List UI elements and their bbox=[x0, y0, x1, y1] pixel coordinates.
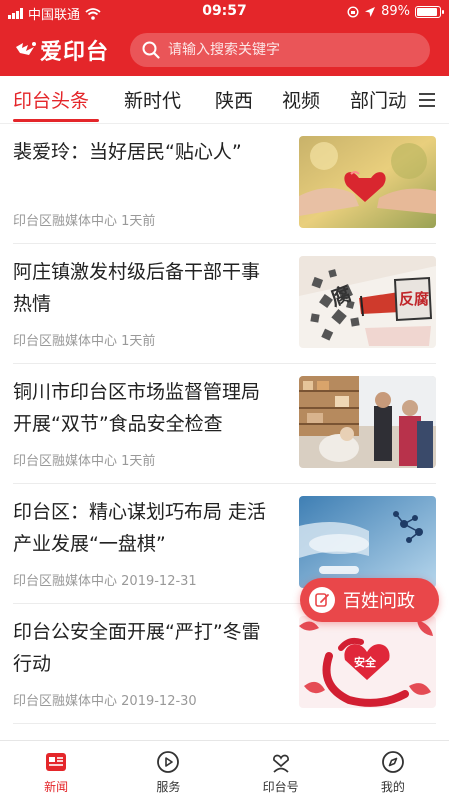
category-tabs: 印台头条 新时代 陕西 视频 部门动 bbox=[0, 76, 449, 124]
thumb-text: 反腐 bbox=[399, 290, 429, 308]
status-bar: 中国联通 09:57 89% bbox=[0, 0, 449, 24]
tab-departments[interactable]: 部门动 bbox=[350, 86, 407, 113]
tab-menu-button[interactable] bbox=[405, 76, 449, 123]
battery-percent: 89% bbox=[381, 4, 410, 19]
search-input[interactable] bbox=[168, 42, 408, 58]
news-item[interactable]: 铜川市印台区市场监督管理局开展“双节”食品安全检查 印台区融媒体中心 1天前 bbox=[13, 364, 436, 484]
news-meta: 印台区融媒体中心 1天前 bbox=[13, 450, 155, 469]
tab-yintai-headlines[interactable]: 印台头条 bbox=[13, 86, 89, 113]
news-meta: 印台区融媒体中心 1天前 bbox=[13, 210, 155, 229]
news-meta: 印台区融媒体中心 2019-12-30 bbox=[13, 690, 197, 709]
nav-yintai-account[interactable]: 印台号 bbox=[225, 741, 337, 800]
public-inquiry-label: 百姓问政 bbox=[343, 591, 415, 612]
news-source: 印台区融媒体中心 bbox=[13, 334, 118, 349]
news-icon bbox=[46, 753, 67, 771]
nav-services-label: 服务 bbox=[156, 780, 181, 794]
tab-shaanxi[interactable]: 陕西 bbox=[215, 86, 253, 113]
app-header: 中国联通 09:57 89% 爱印台 bbox=[0, 0, 449, 76]
news-title: 裴爱玲：当好居民“贴心人” bbox=[13, 141, 242, 163]
heart-person-icon bbox=[272, 754, 289, 773]
news-list: 裴爱玲：当好居民“贴心人” 印台区融媒体中心 1天前 阿庄镇激发村级后备干部干事… bbox=[0, 124, 449, 724]
nav-yintai-account-label: 印台号 bbox=[262, 780, 299, 794]
thumb-text: 安全 bbox=[354, 655, 377, 669]
active-tab-indicator bbox=[13, 119, 99, 122]
nav-news[interactable]: 新闻 bbox=[0, 741, 112, 800]
menu-icon bbox=[419, 92, 435, 107]
nav-mine-label: 我的 bbox=[380, 780, 405, 794]
public-inquiry-button[interactable]: 百姓问政 bbox=[300, 578, 439, 622]
news-source: 印台区融媒体中心 bbox=[13, 694, 118, 709]
play-circle-icon bbox=[157, 751, 180, 773]
edit-icon bbox=[309, 587, 335, 613]
search-bar[interactable] bbox=[130, 33, 430, 67]
news-time: 1天前 bbox=[121, 214, 156, 229]
battery-icon bbox=[415, 5, 444, 18]
news-thumbnail bbox=[299, 376, 436, 468]
compass-icon bbox=[381, 751, 404, 773]
news-thumbnail bbox=[299, 136, 436, 228]
news-title: 印台区：精心谋划巧布局 走活产业发展“一盘棋” bbox=[13, 501, 267, 555]
news-title: 阿庄镇激发村级后备干部干事热情 bbox=[13, 261, 261, 315]
news-item[interactable]: 印台公安全面开展“严打”冬雷行动 印台区融媒体中心 2019-12-30 安全 bbox=[13, 604, 436, 724]
news-title: 印台公安全面开展“严打”冬雷行动 bbox=[13, 621, 261, 675]
tab-video[interactable]: 视频 bbox=[282, 86, 320, 113]
tab-new-era[interactable]: 新时代 bbox=[124, 86, 181, 113]
news-thumbnail: 腐 反腐 bbox=[299, 256, 436, 348]
nav-mine[interactable]: 我的 bbox=[337, 741, 449, 800]
bottom-nav: 新闻 服务 印台号 我的 bbox=[0, 740, 449, 800]
search-icon bbox=[142, 41, 160, 59]
news-meta: 印台区融媒体中心 2019-12-31 bbox=[13, 570, 197, 589]
news-source: 印台区融媒体中心 bbox=[13, 574, 118, 589]
app-logo[interactable]: 爱印台 bbox=[14, 34, 109, 66]
news-title: 铜川市印台区市场监督管理局开展“双节”食品安全检查 bbox=[13, 381, 261, 435]
news-source: 印台区融媒体中心 bbox=[13, 214, 118, 229]
news-time: 2019-12-30 bbox=[121, 694, 197, 709]
nav-news-label: 新闻 bbox=[44, 780, 69, 794]
news-thumbnail: 安全 bbox=[299, 616, 436, 708]
logo-bird-icon bbox=[16, 42, 36, 55]
nav-services[interactable]: 服务 bbox=[112, 741, 224, 800]
news-item[interactable]: 裴爱玲：当好居民“贴心人” 印台区融媒体中心 1天前 bbox=[13, 124, 436, 244]
news-time: 1天前 bbox=[121, 334, 156, 349]
news-thumbnail bbox=[299, 496, 436, 588]
logo-text: 爱印台 bbox=[40, 39, 110, 65]
rotation-lock-icon bbox=[347, 5, 359, 18]
app-bar: 爱印台 bbox=[0, 24, 449, 76]
news-time: 1天前 bbox=[121, 454, 156, 469]
location-icon bbox=[365, 6, 376, 17]
news-time: 2019-12-31 bbox=[121, 574, 197, 589]
news-item[interactable]: 阿庄镇激发村级后备干部干事热情 印台区融媒体中心 1天前 腐 反腐 bbox=[13, 244, 436, 364]
news-source: 印台区融媒体中心 bbox=[13, 454, 118, 469]
news-meta: 印台区融媒体中心 1天前 bbox=[13, 330, 155, 349]
